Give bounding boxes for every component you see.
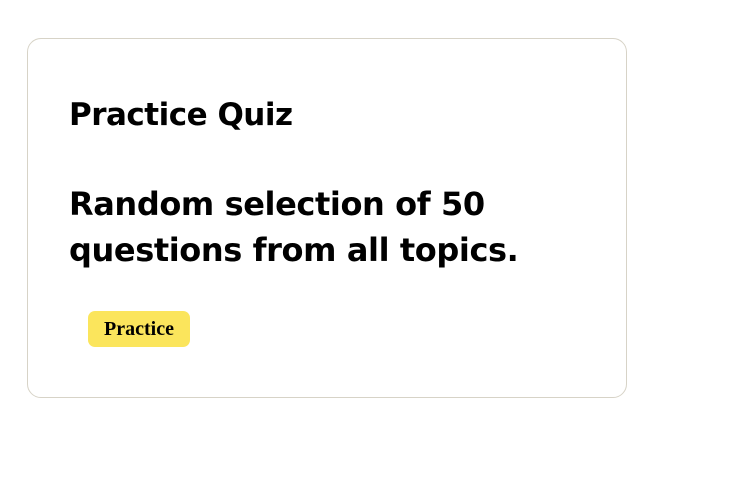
practice-badge: Practice xyxy=(88,311,190,347)
practice-quiz-card[interactable]: Practice Quiz Random selection of 50 que… xyxy=(27,38,627,398)
card-title: Practice Quiz xyxy=(69,97,293,133)
card-description: Random selection of 50 questions from al… xyxy=(69,185,519,269)
